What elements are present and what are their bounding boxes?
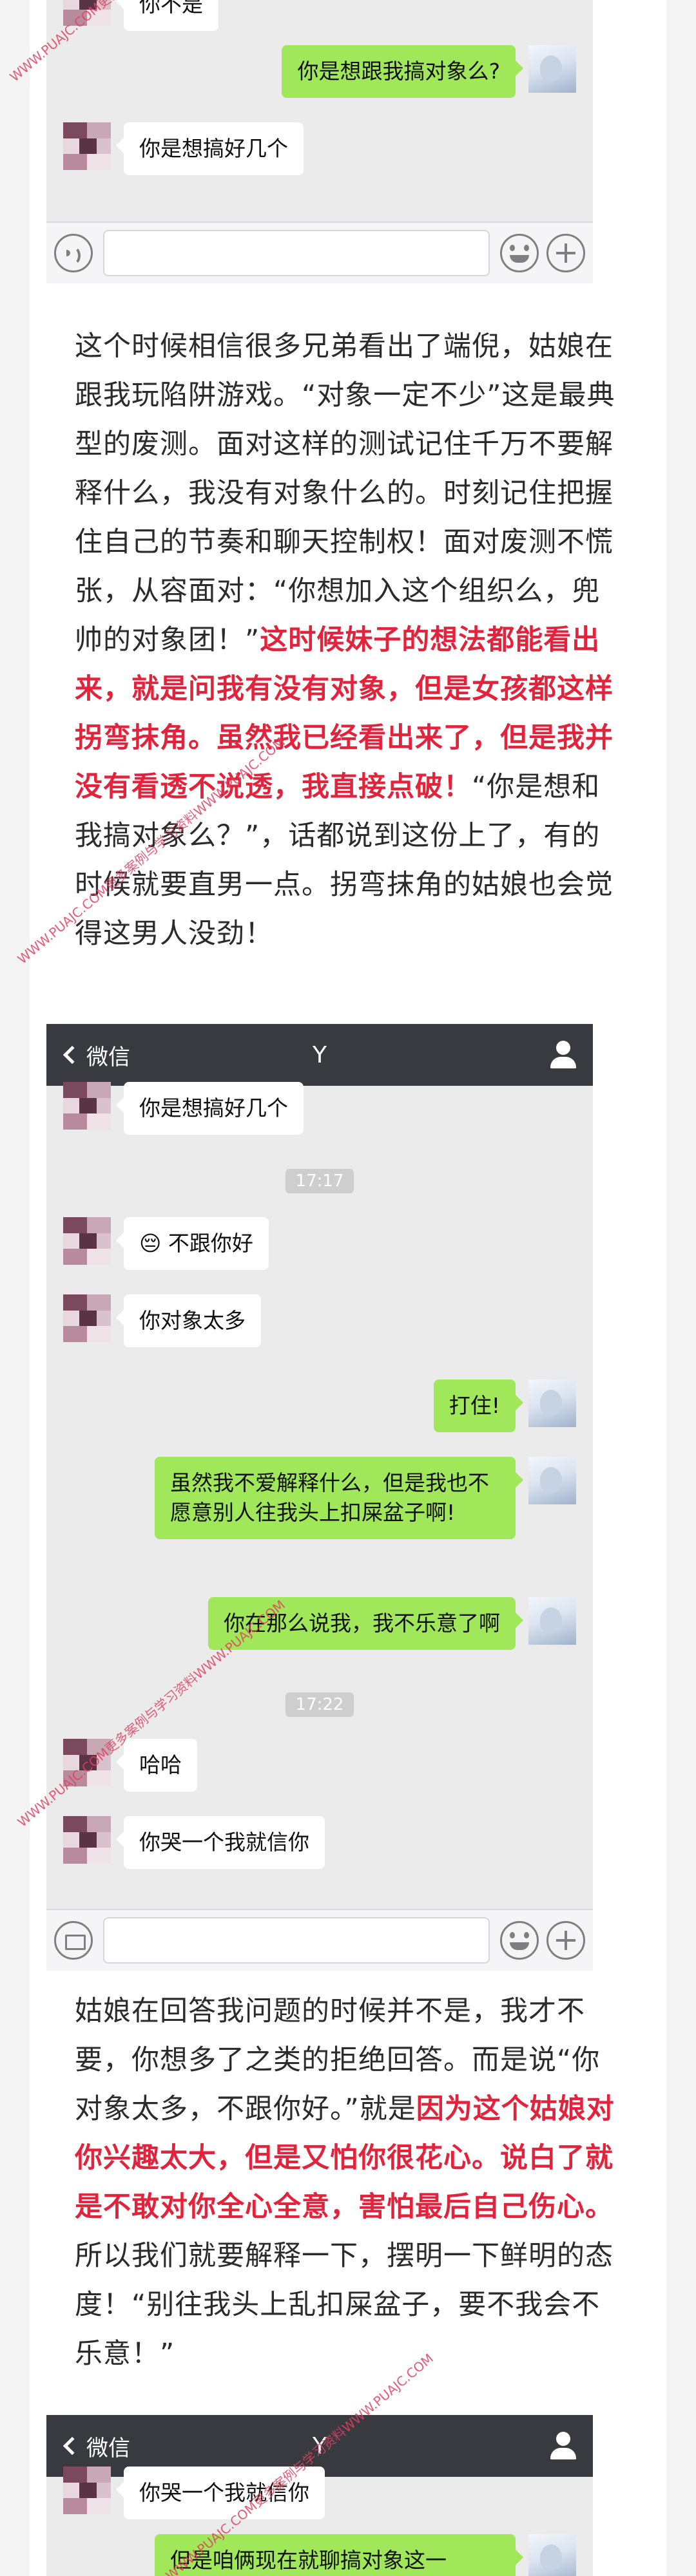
- message-bubble: 你对象太多: [116, 1294, 261, 1347]
- chat-header: 微信 Y: [46, 1024, 593, 1086]
- contact-info-icon[interactable]: [550, 1041, 576, 1069]
- message-outgoing: 打住!: [433, 1379, 576, 1432]
- message-input[interactable]: [103, 230, 490, 276]
- paragraph-text: 这个时候相信很多兄弟看出了端倪，姑娘在跟我玩陷阱游戏。“对象一定不少”这是最典型…: [75, 330, 615, 656]
- message-bubble: 你不是: [116, 0, 218, 31]
- chat-input-bar: [46, 1909, 593, 1971]
- back-button[interactable]: 微信: [61, 2430, 130, 2462]
- contact-avatar: [63, 1816, 111, 1864]
- message-bubble: 😔 不跟你好: [116, 1217, 269, 1270]
- paragraph-text: 所以我们就要解释一下，摆明一下鲜明的态度！“别往我头上乱扣屎盆子，要不我会不乐意…: [75, 2240, 614, 2370]
- contact-avatar: [63, 2467, 111, 2514]
- back-button[interactable]: 微信: [61, 1039, 130, 1071]
- message-bubble: 哈哈: [116, 1739, 197, 1792]
- message-bubble: 你是想搞好几个: [116, 122, 304, 175]
- message-bubble: 你哭一个我就信你: [116, 1816, 325, 1869]
- contact-avatar: [63, 1294, 111, 1342]
- message-bubble: 虽然我不爱解释什么，但是我也不愿意别人往我头上扣屎盆子啊!: [155, 1457, 523, 1539]
- page-gutter-left: [0, 0, 30, 2576]
- plus-icon[interactable]: [546, 234, 585, 272]
- message-incoming: 你哭一个我就信你: [63, 1816, 325, 1869]
- emoji-icon[interactable]: [500, 1921, 539, 1960]
- message-bubble: 你是想搞好几个: [116, 1082, 304, 1135]
- contact-avatar: [63, 122, 111, 170]
- message-bubble: 你是想跟我搞对象么?: [282, 45, 523, 98]
- contact-avatar: [63, 1217, 111, 1265]
- my-avatar: [528, 1457, 576, 1504]
- chat-input-bar: [46, 222, 593, 283]
- my-avatar: [528, 2534, 576, 2576]
- back-label: 微信: [86, 1044, 130, 1070]
- message-incoming: 你是想搞好几个: [63, 122, 304, 175]
- contact-info-icon[interactable]: [550, 2432, 576, 2460]
- plus-icon[interactable]: [546, 1921, 585, 1960]
- keyboard-icon[interactable]: [54, 1921, 93, 1960]
- voice-icon[interactable]: [54, 234, 93, 272]
- timestamp: 17:22: [46, 1692, 593, 1717]
- article-paragraph-1: 这个时候相信很多兄弟看出了端倪，姑娘在跟我玩陷阱游戏。“对象一定不少”这是最典型…: [75, 322, 621, 958]
- my-avatar: [528, 1597, 576, 1645]
- page-gutter-right: [666, 0, 696, 2576]
- message-outgoing: 你是想跟我搞对象么?: [282, 45, 576, 98]
- contact-avatar: [63, 1082, 111, 1130]
- message-input[interactable]: [103, 1917, 490, 1964]
- message-bubble: 打住!: [433, 1379, 524, 1432]
- chevron-left-icon: [63, 1045, 82, 1065]
- timestamp: 17:17: [46, 1169, 593, 1193]
- message-incoming: 😔 不跟你好: [63, 1217, 269, 1270]
- message-incoming: 你是想搞好几个: [63, 1082, 304, 1135]
- chat-screenshot-1: 你不是 你是想跟我搞对象么? 你是想搞好几个: [46, 0, 593, 283]
- my-avatar: [528, 45, 576, 93]
- back-label: 微信: [86, 2435, 130, 2461]
- article-paragraph-2: 姑娘在回答我问题的时候并不是，我才不要，你想多了之类的拒绝回答。而是说“你对象太…: [75, 1987, 621, 2378]
- message-outgoing: 虽然我不爱解释什么，但是我也不愿意别人往我头上扣屎盆子啊!: [155, 1457, 576, 1539]
- emoji-icon[interactable]: [500, 234, 539, 272]
- chat-screenshot-2: 微信 Y 你是想搞好几个 17:17 😔 不跟你好 你对象太多 打住! 虽然我不…: [46, 1024, 593, 1971]
- my-avatar: [528, 1379, 576, 1427]
- message-incoming: 你对象太多: [63, 1294, 261, 1347]
- chevron-left-icon: [63, 2436, 82, 2456]
